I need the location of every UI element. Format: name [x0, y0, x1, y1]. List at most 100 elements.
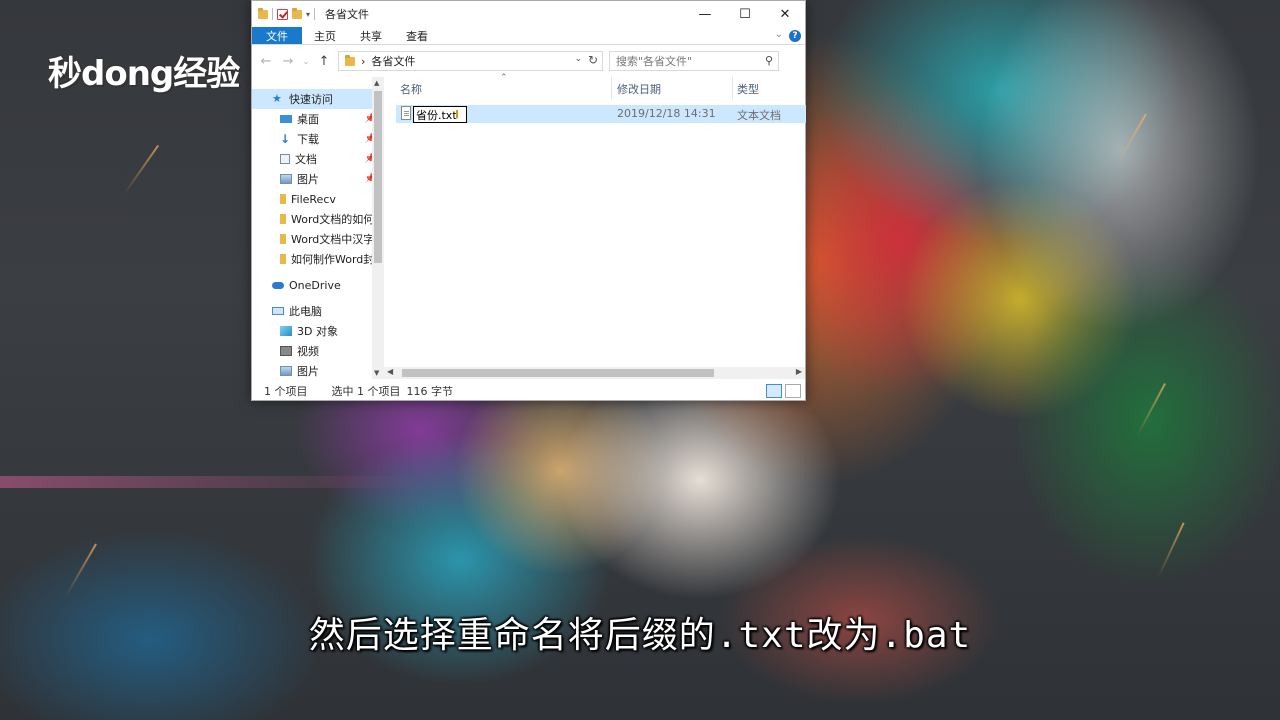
- column-header-name[interactable]: 名称: [400, 81, 422, 97]
- nav-item-label: 图片: [297, 365, 319, 378]
- toolbar-divider: [314, 8, 316, 20]
- expand-ribbon-chevron-icon[interactable]: ⌄: [775, 29, 783, 40]
- nav-item-3d-objects[interactable]: 3D 对象: [252, 321, 384, 341]
- cloud-icon: [272, 281, 284, 289]
- nav-scrollbar-thumb[interactable]: [374, 91, 382, 263]
- nav-scrollbar[interactable]: ▲ ▼: [372, 77, 384, 379]
- nav-item-label: 快速访问: [289, 93, 333, 106]
- breadcrumb-current-folder[interactable]: 各省文件: [371, 53, 415, 69]
- file-modified-date: 2019/12/18 14:31: [617, 107, 716, 120]
- folder-icon: [345, 54, 355, 66]
- tab-view[interactable]: 查看: [394, 27, 440, 44]
- nav-item-label: 视频: [297, 345, 319, 358]
- nav-item-pictures[interactable]: 图片 📌: [252, 169, 384, 189]
- new-folder-icon[interactable]: [292, 7, 302, 19]
- quick-access-toolbar: ▾ 各省文件: [252, 6, 369, 22]
- scroll-up-icon[interactable]: ▲: [374, 79, 379, 87]
- nav-item-label: 下载: [297, 133, 319, 146]
- customize-toolbar-chevron-icon[interactable]: ▾: [306, 10, 310, 19]
- nav-item-videos[interactable]: 视频: [252, 341, 384, 361]
- large-icons-view-icon[interactable]: [785, 384, 801, 398]
- nav-item-this-pc[interactable]: 此电脑: [252, 301, 384, 321]
- download-icon: ↓: [280, 132, 291, 146]
- nav-item-label: 此电脑: [289, 305, 322, 318]
- picture-icon: [280, 174, 292, 184]
- search-icon[interactable]: ⚲: [765, 54, 773, 67]
- nav-item-label: 文档: [295, 153, 317, 166]
- file-explorer-window: ▾ 各省文件 — ☐ ✕ 文件 主页 共享 查看 ⌄ ? ← → ⌄ ↑ › 各…: [251, 0, 806, 401]
- text-cursor-icon: I: [455, 108, 460, 121]
- nav-item-label: Word文档中汉字: [291, 233, 375, 246]
- refresh-icon[interactable]: ↻: [588, 53, 598, 67]
- address-bar[interactable]: › 各省文件 ⌄ ↻: [338, 51, 603, 71]
- nav-item-label: FileRecv: [291, 192, 336, 206]
- window-title: 各省文件: [325, 8, 370, 21]
- star-icon: ★: [272, 92, 282, 105]
- nav-item-folder[interactable]: 如何制作Word封: [252, 249, 384, 269]
- recent-locations-chevron-icon[interactable]: ⌄: [302, 57, 310, 66]
- tab-home[interactable]: 主页: [302, 27, 348, 44]
- nav-item-quick-access[interactable]: ★ 快速访问: [252, 89, 384, 109]
- scroll-right-icon[interactable]: ▶: [796, 367, 802, 376]
- up-arrow-icon[interactable]: ↑: [316, 54, 332, 69]
- properties-icon[interactable]: [277, 8, 288, 20]
- cube-icon: [280, 326, 292, 336]
- nav-item-folder[interactable]: Word文档中汉字: [252, 229, 384, 249]
- column-header-modified[interactable]: 修改日期: [617, 81, 661, 97]
- navigation-bar: ← → ⌄ ↑ › 各省文件 ⌄ ↻ 搜索"各省文件" ⚲: [252, 45, 805, 77]
- file-list: ⌃ 名称 修改日期 类型 省份.txt I 2019/12/18 14:31 文…: [384, 73, 806, 379]
- tab-share[interactable]: 共享: [348, 27, 394, 44]
- folder-icon: [280, 194, 286, 204]
- address-dropdown-chevron-icon[interactable]: ⌄: [574, 54, 582, 64]
- forward-arrow-icon[interactable]: →: [280, 54, 296, 69]
- nav-item-pictures-pc[interactable]: 图片: [252, 361, 384, 379]
- maximize-button[interactable]: ☐: [725, 1, 765, 27]
- nav-item-label: 如何制作Word封: [291, 253, 375, 266]
- nav-item-label: 桌面: [297, 113, 319, 126]
- folder-icon: [280, 254, 286, 264]
- desktop-icon: [280, 115, 292, 123]
- nav-item-folder[interactable]: Word文档的如何: [252, 209, 384, 229]
- close-button[interactable]: ✕: [765, 1, 805, 27]
- selected-count: 选中 1 个项目: [331, 385, 401, 398]
- breadcrumb-separator: ›: [361, 54, 366, 68]
- minimize-button[interactable]: —: [685, 1, 725, 27]
- title-bar: ▾ 各省文件 — ☐ ✕: [252, 1, 805, 27]
- computer-icon: [272, 307, 284, 315]
- nav-item-label: OneDrive: [289, 278, 341, 292]
- file-row[interactable]: 省份.txt I 2019/12/18 14:31 文本文档: [396, 105, 806, 123]
- horizontal-scrollbar[interactable]: ◀ ▶: [384, 367, 805, 379]
- nav-item-label: 图片: [297, 173, 319, 186]
- column-header-type[interactable]: 类型: [737, 81, 759, 97]
- back-arrow-icon[interactable]: ←: [258, 54, 274, 69]
- document-icon: [280, 154, 290, 164]
- video-icon: [280, 346, 292, 356]
- nav-item-onedrive[interactable]: OneDrive: [252, 275, 384, 295]
- sort-ascending-icon: ⌃: [500, 73, 508, 83]
- video-subtitle: 然后选择重命名将后缀的.txt改为.bat: [308, 615, 972, 656]
- picture-icon: [280, 366, 292, 376]
- column-headers: ⌃ 名称 修改日期 类型: [384, 73, 805, 99]
- folder-icon[interactable]: [258, 7, 268, 19]
- horizontal-scrollbar-thumb[interactable]: [402, 369, 714, 377]
- nav-item-filerecv[interactable]: FileRecv: [252, 189, 384, 209]
- nav-item-label: Word文档的如何: [291, 213, 375, 226]
- toolbar-divider: [272, 8, 273, 20]
- tab-file[interactable]: 文件: [252, 27, 302, 44]
- item-count: 1 个项目: [264, 385, 308, 398]
- scroll-left-icon[interactable]: ◀: [387, 367, 393, 376]
- navigation-pane: ★ 快速访问 桌面 📌 ↓ 下载 📌 文档 📌 图片 📌 FileRecv Wo…: [252, 77, 384, 379]
- details-view-icon[interactable]: [766, 384, 782, 398]
- text-file-icon: [401, 106, 411, 120]
- nav-item-downloads[interactable]: ↓ 下载 📌: [252, 129, 384, 149]
- nav-item-desktop[interactable]: 桌面 📌: [252, 109, 384, 129]
- help-icon[interactable]: ?: [789, 30, 801, 42]
- column-divider[interactable]: [611, 77, 612, 99]
- status-bar: 1 个项目 选中 1 个项目 116 字节: [252, 381, 805, 401]
- scroll-down-icon[interactable]: ▼: [374, 369, 379, 377]
- search-input[interactable]: 搜索"各省文件" ⚲: [609, 51, 779, 71]
- filename-text: 省份.txt: [416, 108, 457, 122]
- ribbon-tabs: 文件 主页 共享 查看 ⌄ ?: [252, 27, 805, 45]
- nav-item-documents[interactable]: 文档 📌: [252, 149, 384, 169]
- column-divider[interactable]: [732, 77, 733, 99]
